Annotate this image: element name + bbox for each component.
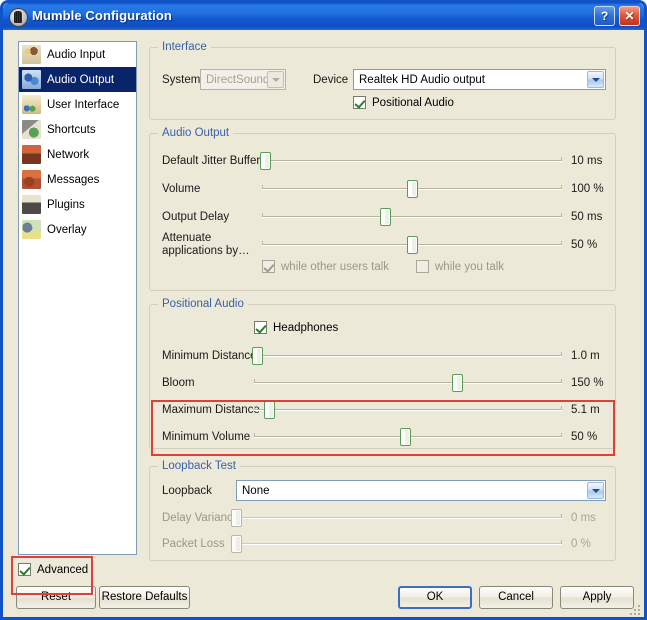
- resize-grip-icon[interactable]: [630, 603, 642, 615]
- footer-bar: Advanced Reset Restore Defaults OK Cance…: [3, 30, 644, 617]
- reset-button[interactable]: Reset: [16, 586, 96, 609]
- configuration-window: Mumble Configuration ? ✕ Audio Input Aud…: [0, 0, 647, 620]
- advanced-label: Advanced: [37, 563, 89, 576]
- ok-button[interactable]: OK: [398, 586, 472, 609]
- apply-button[interactable]: Apply: [560, 586, 634, 609]
- window-title: Mumble Configuration: [32, 8, 172, 23]
- help-button[interactable]: ?: [594, 6, 615, 26]
- restore-defaults-button[interactable]: Restore Defaults: [99, 586, 190, 609]
- close-button[interactable]: ✕: [619, 6, 640, 26]
- client-area: Audio Input Audio Output User Interface …: [3, 30, 644, 617]
- checkbox-check-icon: [18, 563, 31, 576]
- mumble-logo-icon: [9, 8, 28, 27]
- advanced-checkbox[interactable]: Advanced: [18, 563, 88, 576]
- cancel-button[interactable]: Cancel: [479, 586, 553, 609]
- title-bar: Mumble Configuration ? ✕: [3, 3, 644, 30]
